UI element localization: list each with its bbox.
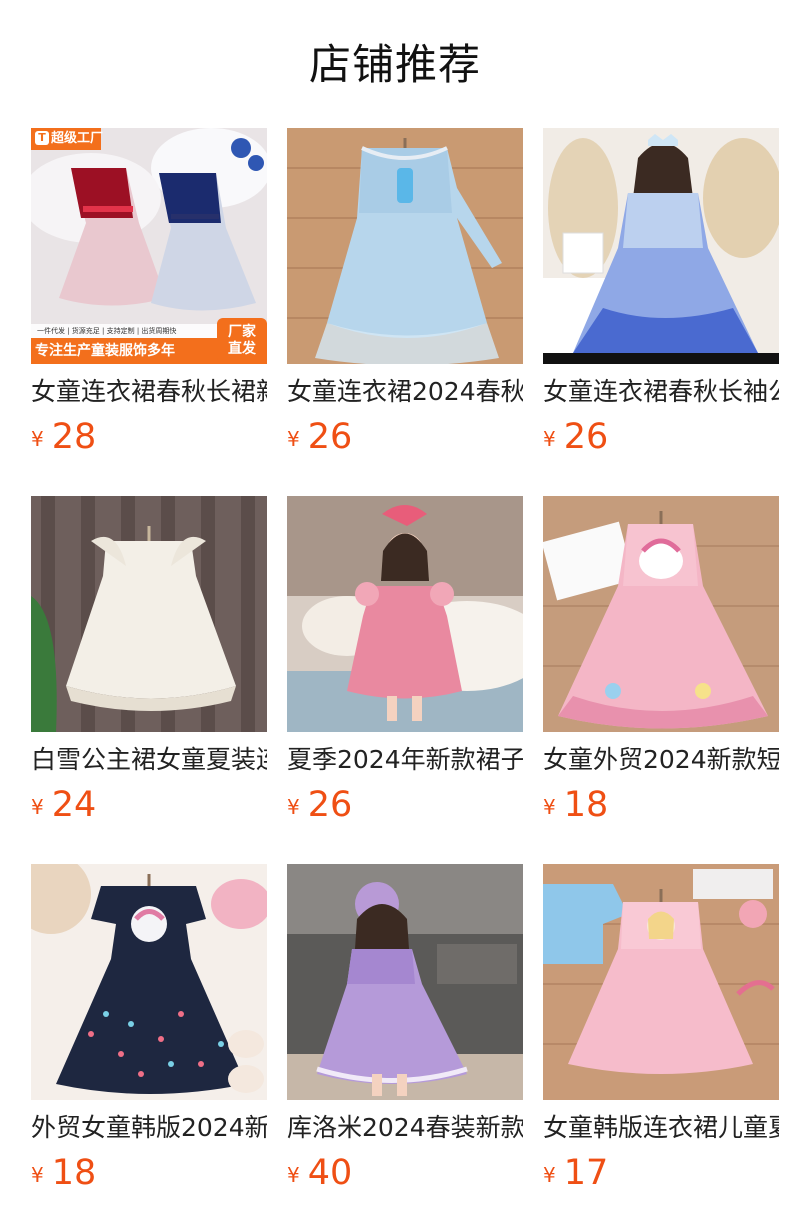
product-price: ¥18	[31, 1153, 96, 1193]
product-grid: 超级工厂 T 一件代发 | 货源充足 | 支持定制 | 出货周期快 专注生产童装…	[31, 128, 790, 1232]
product-price: ¥40	[287, 1153, 352, 1193]
product-image[interactable]	[31, 496, 267, 732]
product-price: ¥28	[31, 417, 96, 457]
product-image[interactable]	[543, 864, 779, 1100]
currency-symbol: ¥	[543, 795, 556, 819]
product-price: ¥26	[287, 785, 352, 825]
product-price: ¥17	[543, 1153, 608, 1193]
product-name[interactable]: 夏季2024年新款裙子女童	[287, 743, 523, 777]
price-amount: 40	[307, 1153, 353, 1193]
product-image[interactable]	[31, 864, 267, 1100]
product-card[interactable]: 女童连衣裙春秋长袖公主裙 ¥26	[543, 128, 779, 496]
product-image[interactable]	[287, 128, 523, 364]
store-recommendations-page: 店铺推荐 超级工厂 T 一件代发 | 货源充足 | 支持定制 | 出货周期快 专…	[0, 0, 790, 1232]
product-image[interactable]	[543, 496, 779, 732]
product-name[interactable]: 女童连衣裙2024春秋新款	[287, 375, 523, 409]
currency-symbol: ¥	[31, 1163, 44, 1187]
product-card[interactable]: 库洛米2024春装新款裙 ¥40	[287, 864, 523, 1232]
service-strip: 一件代发 | 货源充足 | 支持定制 | 出货周期快	[37, 327, 177, 335]
product-card[interactable]: 女童连衣裙2024春秋新款 ¥26	[287, 128, 523, 496]
product-price: ¥18	[543, 785, 608, 825]
factory-badge: 超级工厂	[51, 131, 104, 146]
currency-symbol: ¥	[543, 1163, 556, 1187]
product-image[interactable]: 超级工厂 T 一件代发 | 货源充足 | 支持定制 | 出货周期快 专注生产童装…	[31, 128, 267, 364]
product-image[interactable]	[543, 128, 779, 364]
product-price: ¥26	[543, 417, 608, 457]
product-price: ¥24	[31, 785, 96, 825]
product-card[interactable]: 夏季2024年新款裙子女童 ¥26	[287, 496, 523, 864]
page-title: 店铺推荐	[308, 40, 481, 89]
product-name[interactable]: 女童连衣裙春秋长袖公主裙	[543, 375, 779, 409]
product-card[interactable]: 外贸女童韩版2024新款 ¥18	[31, 864, 267, 1232]
price-amount: 26	[307, 785, 353, 825]
currency-symbol: ¥	[287, 427, 300, 451]
product-card[interactable]: 女童外贸2024新款短袖裙 ¥18	[543, 496, 779, 864]
currency-symbol: ¥	[31, 795, 44, 819]
product-card[interactable]: 白雪公主裙女童夏装连衣裙 ¥24	[31, 496, 267, 864]
factory-slogan: 专注生产童装服饰多年	[35, 343, 175, 359]
product-name[interactable]: 外贸女童韩版2024新款	[31, 1111, 267, 1145]
product-name[interactable]: 女童连衣裙春秋长裙新款	[31, 375, 267, 409]
price-amount: 24	[51, 785, 97, 825]
price-amount: 26	[307, 417, 353, 457]
product-card[interactable]: 超级工厂 T 一件代发 | 货源充足 | 支持定制 | 出货周期快 专注生产童装…	[31, 128, 267, 496]
price-amount: 18	[563, 785, 609, 825]
product-name[interactable]: 库洛米2024春装新款裙	[287, 1111, 523, 1145]
product-price: ¥26	[287, 417, 352, 457]
product-name[interactable]: 白雪公主裙女童夏装连衣裙	[31, 743, 267, 777]
currency-symbol: ¥	[287, 1163, 300, 1187]
price-amount: 28	[51, 417, 97, 457]
direct-ship-badge: 厂家直发	[228, 324, 256, 357]
product-name[interactable]: 女童外贸2024新款短袖裙	[543, 743, 779, 777]
product-card[interactable]: 女童韩版连衣裙儿童夏装 ¥17	[543, 864, 779, 1232]
factory-icon: T	[35, 131, 49, 145]
price-amount: 18	[51, 1153, 97, 1193]
product-image[interactable]	[287, 864, 523, 1100]
price-amount: 26	[563, 417, 609, 457]
product-image[interactable]	[287, 496, 523, 732]
product-name[interactable]: 女童韩版连衣裙儿童夏装	[543, 1111, 779, 1145]
currency-symbol: ¥	[543, 427, 556, 451]
currency-symbol: ¥	[31, 427, 44, 451]
currency-symbol: ¥	[287, 795, 300, 819]
price-amount: 17	[563, 1153, 609, 1193]
